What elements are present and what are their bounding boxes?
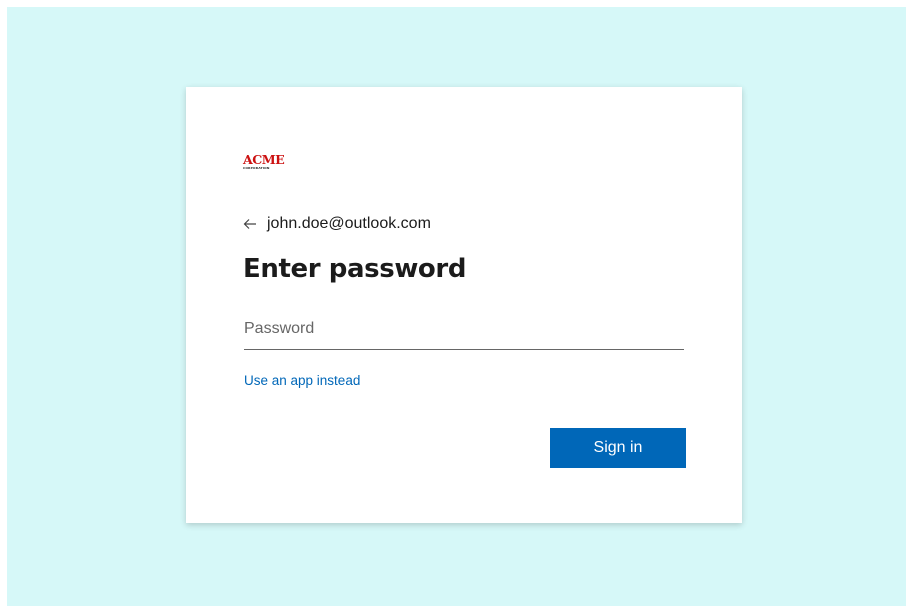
password-field-container xyxy=(244,313,684,350)
arrow-left-icon[interactable] xyxy=(243,217,257,231)
sign-in-button[interactable]: Sign in xyxy=(550,428,686,468)
account-identity: john.doe@outlook.com xyxy=(267,215,431,232)
use-app-instead-link[interactable]: Use an app instead xyxy=(244,373,360,388)
company-logo: ACME CORPORATION xyxy=(243,154,291,176)
back-to-account-button[interactable]: john.doe@outlook.com xyxy=(243,212,431,236)
page-title: Enter password xyxy=(243,254,467,284)
sign-in-card: ACME CORPORATION john.doe@outlook.com En… xyxy=(186,87,742,523)
password-input[interactable] xyxy=(244,313,684,345)
logo-text: ACME xyxy=(243,153,285,167)
